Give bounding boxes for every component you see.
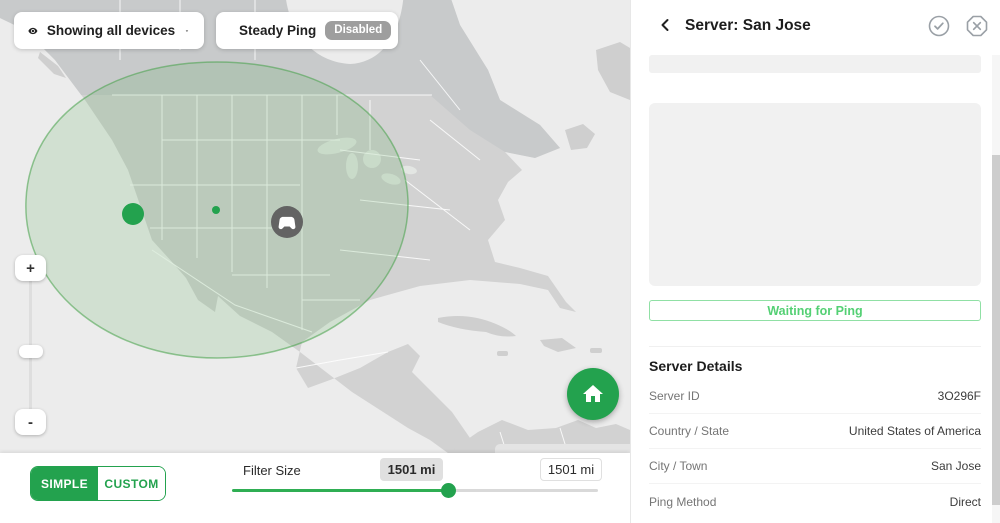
waiting-for-ping-button[interactable]: Waiting for Ping bbox=[649, 300, 981, 321]
home-icon bbox=[581, 382, 605, 406]
block-server-button[interactable] bbox=[965, 14, 989, 38]
filter-size-label: Filter Size bbox=[243, 463, 301, 478]
panel-scrollbar-thumb[interactable] bbox=[992, 155, 1000, 505]
back-button[interactable] bbox=[653, 14, 677, 38]
detail-row-country-state: Country / State United States of America bbox=[649, 414, 981, 449]
app-window: Showing all devices Steady Ping Disabled… bbox=[0, 0, 1000, 523]
confirm-server-button[interactable] bbox=[927, 14, 951, 38]
check-circle-icon bbox=[927, 14, 951, 38]
detail-row-ping-method: Ping Method Direct bbox=[649, 484, 981, 519]
steady-ping-label: Steady Ping bbox=[239, 23, 316, 38]
ping-graph-placeholder bbox=[649, 103, 981, 286]
filter-mode-toggle: SIMPLE CUSTOM bbox=[30, 466, 166, 501]
map-zoom-control: + - bbox=[15, 255, 47, 437]
panel-title: Server: San Jose bbox=[685, 17, 811, 35]
server-details-list: Server ID 3O296F Country / State United … bbox=[649, 379, 981, 519]
detail-row-city-town: City / Town San Jose bbox=[649, 449, 981, 484]
detail-label: City / Town bbox=[649, 459, 707, 473]
octagon-x-icon bbox=[965, 14, 989, 38]
ping-stats-placeholder bbox=[649, 55, 981, 73]
steady-ping-status-badge: Disabled bbox=[325, 21, 391, 41]
slider-remaining-track bbox=[448, 489, 598, 492]
devices-filter-label: Showing all devices bbox=[47, 23, 175, 38]
server-details-heading: Server Details bbox=[649, 358, 742, 374]
zoom-in-button[interactable]: + bbox=[15, 255, 46, 281]
detail-label: Server ID bbox=[649, 389, 700, 403]
detail-label: Ping Method bbox=[649, 495, 716, 509]
device-marker[interactable] bbox=[271, 206, 303, 238]
filter-size-slider[interactable] bbox=[232, 482, 598, 498]
map-canvas[interactable]: Showing all devices Steady Ping Disabled… bbox=[0, 0, 630, 523]
chevron-down-icon bbox=[184, 25, 190, 37]
filter-slider-thumb[interactable] bbox=[441, 483, 456, 498]
section-divider bbox=[649, 346, 981, 347]
detail-label: Country / State bbox=[649, 424, 729, 438]
steady-ping-toggle[interactable]: Steady Ping Disabled bbox=[216, 12, 398, 49]
range-center-dot[interactable] bbox=[212, 206, 220, 214]
detail-row-server-id: Server ID 3O296F bbox=[649, 379, 981, 414]
zoom-slider-thumb[interactable] bbox=[19, 345, 43, 358]
filter-max-value-field[interactable]: 1501 mi bbox=[540, 458, 602, 481]
server-location-dot[interactable] bbox=[122, 203, 144, 225]
filter-bottom-bar: SIMPLE CUSTOM Filter Size 1501 mi 1501 m… bbox=[0, 453, 630, 523]
recenter-home-button[interactable] bbox=[567, 368, 619, 420]
eye-icon bbox=[28, 21, 38, 41]
detail-value: San Jose bbox=[931, 459, 981, 473]
detail-value: United States of America bbox=[849, 424, 981, 438]
simple-mode-button[interactable]: SIMPLE bbox=[31, 467, 98, 500]
panel-header: Server: San Jose bbox=[631, 0, 1000, 52]
custom-mode-button[interactable]: CUSTOM bbox=[98, 467, 165, 500]
slider-active-track bbox=[232, 489, 448, 492]
devices-filter-dropdown[interactable]: Showing all devices bbox=[14, 12, 204, 49]
zoom-out-button[interactable]: - bbox=[15, 409, 46, 435]
detail-value: 3O296F bbox=[938, 389, 981, 403]
server-details-panel: Server: San Jose Waiting for Ping Server… bbox=[630, 0, 1000, 523]
filter-current-value-badge: 1501 mi bbox=[380, 458, 443, 481]
chevron-left-icon bbox=[655, 15, 675, 35]
detail-value: Direct bbox=[950, 495, 981, 509]
panel-scrollbar-track[interactable] bbox=[992, 55, 1000, 523]
